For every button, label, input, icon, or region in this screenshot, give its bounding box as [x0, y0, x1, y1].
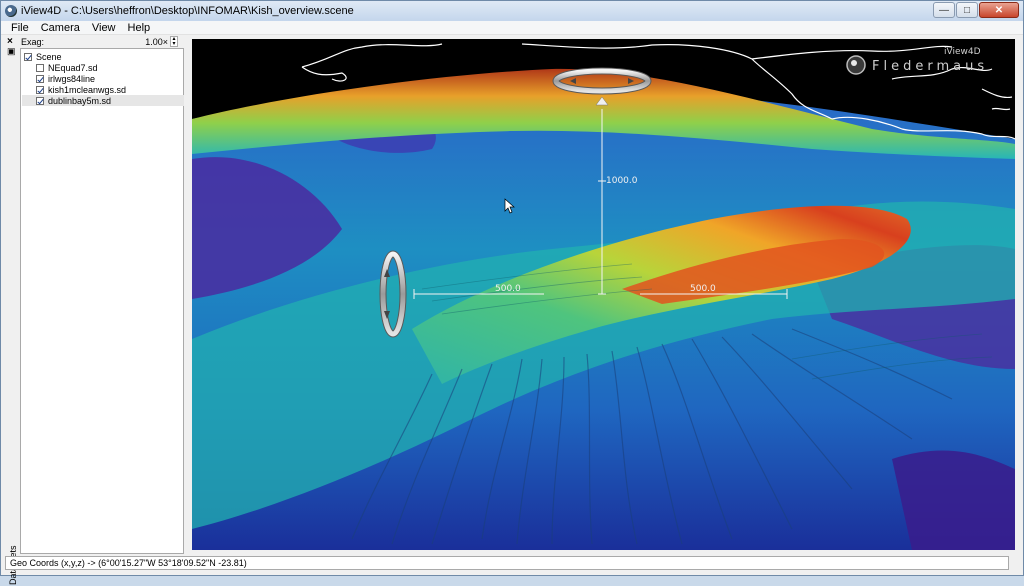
- menu-view[interactable]: View: [86, 21, 122, 35]
- maximize-icon: □: [963, 4, 971, 16]
- checkbox[interactable]: [36, 96, 44, 105]
- tree-item-label: NEquad7.sd: [48, 62, 98, 73]
- dataset-tree: Scene NEquad7.sd irlwgs84line kish1mclea…: [20, 48, 184, 554]
- maximize-button[interactable]: □: [956, 2, 978, 18]
- checkbox[interactable]: [24, 52, 32, 61]
- window-controls: — □ ✕: [933, 2, 1019, 18]
- horizontal-scale-right-label: 500.0: [690, 284, 716, 294]
- geo-coords-readout: Geo Coords (x,y,z) -> (6°00'15.27"W 53°1…: [10, 558, 247, 568]
- minimize-icon: —: [939, 4, 949, 16]
- tree-item-scene[interactable]: Scene: [24, 51, 62, 62]
- 3d-viewport[interactable]: iView4D Fledermaus 1000.0 500.0 500.0: [192, 39, 1015, 550]
- exaggeration-spinner[interactable]: ▴ ▾: [170, 36, 178, 47]
- title-bar[interactable]: iView4D - C:\Users\heffron\Desktop\INFOM…: [1, 1, 1023, 21]
- tree-item-label: irlwgs84line: [48, 73, 96, 84]
- vertical-scale-label: 1000.0: [606, 176, 638, 186]
- minimize-button[interactable]: —: [933, 2, 955, 18]
- app-window: iView4D - C:\Users\heffron\Desktop\INFOM…: [0, 0, 1024, 585]
- exaggeration-input[interactable]: 1.00×: [145, 37, 168, 47]
- panel-side-strip: × ▣ Data Sets: [5, 36, 19, 585]
- tree-item-irlwgs84line[interactable]: irlwgs84line: [36, 73, 95, 84]
- tree-item-kish1mcleanwgs[interactable]: kish1mcleanwgs.sd: [36, 84, 126, 95]
- checkbox[interactable]: [36, 85, 44, 94]
- tree-item-nequad7[interactable]: NEquad7.sd: [36, 62, 98, 73]
- tree-item-label: dublinbay5m.sd: [48, 95, 112, 106]
- exaggeration-label: Exag:: [21, 37, 45, 47]
- bathymetry-render: [192, 39, 1015, 550]
- status-bar: Geo Coords (x,y,z) -> (6°00'15.27"W 53°1…: [5, 556, 1009, 570]
- exaggeration-row: Exag: 1.00× ▴ ▾: [19, 36, 184, 48]
- window-title: iView4D - C:\Users\heffron\Desktop\INFOM…: [21, 5, 354, 17]
- brand-name: Fledermaus: [872, 59, 989, 74]
- panel-pin-icon[interactable]: ▣: [7, 46, 16, 57]
- close-button[interactable]: ✕: [979, 2, 1019, 18]
- tab-data-sets-label: Data Sets: [8, 525, 18, 585]
- menu-camera[interactable]: Camera: [35, 21, 86, 35]
- tree-item-label: Scene: [36, 51, 62, 62]
- horizontal-scale-left-label: 500.0: [495, 284, 521, 294]
- tree-item-label: kish1mcleanwgs.sd: [48, 84, 127, 95]
- menu-bar: File Camera View Help: [1, 21, 1023, 35]
- menu-help[interactable]: Help: [122, 21, 157, 35]
- close-icon: ✕: [994, 4, 1004, 16]
- menu-file[interactable]: File: [1, 21, 35, 35]
- globe-icon: [5, 5, 17, 17]
- checkbox[interactable]: [36, 63, 44, 72]
- brand-product: iView4D: [944, 47, 981, 57]
- checkbox[interactable]: [36, 74, 44, 83]
- tree-item-dublinbay5m[interactable]: dublinbay5m.sd: [22, 95, 184, 106]
